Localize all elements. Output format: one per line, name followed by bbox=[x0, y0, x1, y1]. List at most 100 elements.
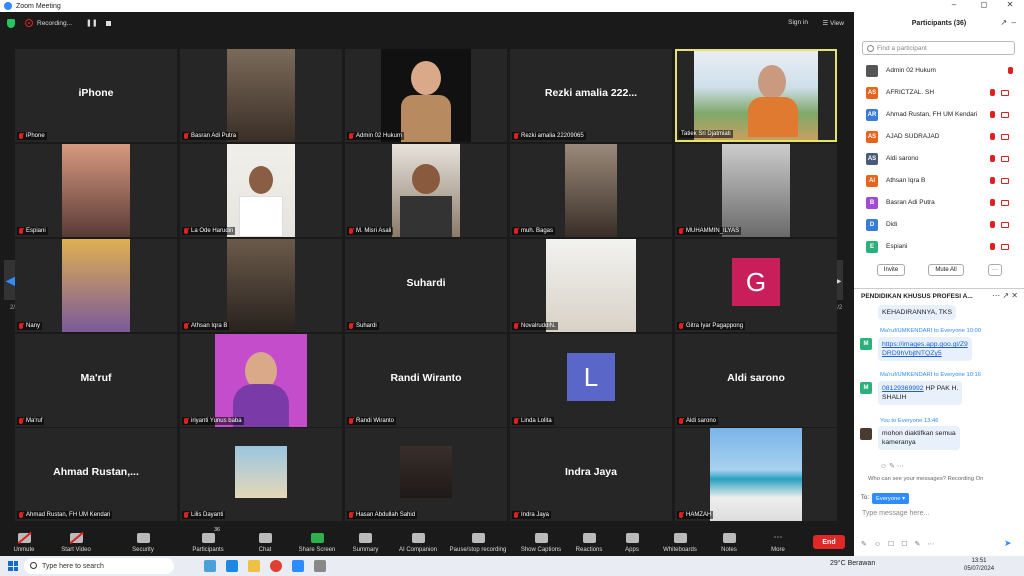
apps-button[interactable]: Apps bbox=[609, 526, 655, 556]
video-tile[interactable]: iPhone iPhone bbox=[15, 49, 177, 142]
participant-row[interactable]: Admin 02 Hukum bbox=[854, 60, 1019, 81]
video-tile[interactable]: Suhardi Suhardi bbox=[345, 239, 507, 332]
participant-row[interactable]: D Didi bbox=[854, 214, 1019, 235]
participant-row[interactable]: AS Aldi sarono bbox=[854, 148, 1019, 169]
sparkle-icon bbox=[411, 533, 425, 543]
video-tile[interactable]: Hasan Abdullah Sahid bbox=[345, 428, 507, 521]
panel-close-icon[interactable]: – bbox=[1012, 18, 1016, 27]
participant-avatar bbox=[866, 64, 878, 77]
chat-message-input[interactable]: Type message here... bbox=[862, 510, 929, 517]
ai-companion-button[interactable]: AI Companion bbox=[393, 526, 443, 556]
zoom-taskbar-icon[interactable] bbox=[292, 560, 304, 572]
sign-in-link[interactable]: Sign in bbox=[788, 19, 808, 26]
chat-popout-icon[interactable]: ↗ bbox=[1002, 291, 1009, 300]
tile-name: Randi Wiranto bbox=[356, 418, 395, 424]
file-explorer-icon[interactable] bbox=[248, 560, 260, 572]
video-tile[interactable]: iriyanti Yunus baba bbox=[180, 334, 342, 427]
maximize-icon[interactable]: ◻ bbox=[974, 0, 994, 9]
video-tile[interactable]: L Linda Lolita bbox=[510, 334, 672, 427]
participants-more-button[interactable]: ··· bbox=[988, 264, 1002, 276]
participant-row[interactable]: AR Ahmad Rustan, FH UM Kendari bbox=[854, 104, 1019, 125]
whiteboards-button[interactable]: Whiteboards bbox=[655, 526, 705, 556]
start-video-button[interactable]: Start Video bbox=[48, 526, 104, 556]
video-off-icon bbox=[1001, 177, 1009, 184]
view-button[interactable]: ☰ View bbox=[822, 19, 844, 27]
chat-options-icon[interactable]: ⋯ bbox=[992, 291, 1000, 300]
weather-widget[interactable]: 29°C Berawan bbox=[830, 560, 875, 567]
send-icon[interactable]: ➤ bbox=[1004, 538, 1012, 549]
message-reaction-icons[interactable]: ☺ ✎ ⋯ bbox=[880, 462, 904, 470]
participant-row[interactable]: E Espiani bbox=[854, 236, 1019, 257]
chat-avatar: M bbox=[860, 382, 872, 394]
notes-button[interactable]: Notes bbox=[705, 526, 753, 556]
video-tile[interactable]: HAMZAH bbox=[675, 428, 837, 521]
video-tile[interactable]: Basran Adi Putra bbox=[180, 49, 342, 142]
mic-muted-icon bbox=[184, 323, 188, 329]
tile-name-label: iriyanti Yunus baba bbox=[182, 417, 244, 425]
summary-button[interactable]: Summary bbox=[338, 526, 393, 556]
chat-close-icon[interactable]: ✕ bbox=[1011, 291, 1018, 300]
chat-link[interactable]: https://images.app.goo.gl/Z9 DRD9hVbjtNTQ… bbox=[882, 341, 968, 357]
video-tile[interactable]: G Gitra Iyar Pagappong bbox=[675, 239, 837, 332]
video-tile[interactable]: Lilis Dayanti bbox=[180, 428, 342, 521]
tile-name: Lilis Dayanti bbox=[191, 512, 224, 518]
pause-stop-icon bbox=[471, 533, 485, 543]
chat-toolbar-icons[interactable]: ✎☺☐☐✎⋯ bbox=[861, 540, 941, 548]
video-tile[interactable]: Randi Wiranto Randi Wiranto bbox=[345, 334, 507, 427]
participant-row[interactable]: B Basran Adi Putra bbox=[854, 192, 1019, 213]
video-tile[interactable]: La Ode Harudin bbox=[180, 144, 342, 237]
chrome-icon[interactable] bbox=[270, 560, 282, 572]
tile-name-label: Nany bbox=[17, 322, 43, 330]
unmute-button[interactable]: Unmute bbox=[0, 526, 48, 556]
security-button[interactable]: Security bbox=[104, 526, 182, 556]
windows-start-icon[interactable] bbox=[8, 561, 18, 571]
pause-recording-icon[interactable]: ❚❚ bbox=[86, 19, 98, 27]
invite-button[interactable]: Invite bbox=[877, 264, 905, 276]
system-clock[interactable]: 13:51 05/07/2024 bbox=[964, 557, 994, 573]
apps-icon bbox=[625, 533, 639, 543]
show-captions-button[interactable]: Show Captions bbox=[513, 526, 569, 556]
video-tile[interactable]: M. Misri Asali bbox=[345, 144, 507, 237]
popout-icon[interactable]: ↗ bbox=[1000, 18, 1007, 27]
mute-all-button[interactable]: Mute All bbox=[928, 264, 964, 276]
tile-display-name: iPhone bbox=[78, 87, 114, 99]
participant-row[interactable]: AS AFRICTZAL. SH bbox=[854, 82, 1019, 103]
tile-name: NovalruddiN. bbox=[521, 323, 556, 329]
video-tile[interactable]: Aldi sarono Aldi sarono bbox=[675, 334, 837, 427]
video-tile[interactable]: Ahmad Rustan,... Ahmad Rustan, FH UM Ken… bbox=[15, 428, 177, 521]
edge-icon[interactable] bbox=[226, 560, 238, 572]
chat-button[interactable]: Chat bbox=[234, 526, 296, 556]
share-screen-button[interactable]: Share Screen bbox=[296, 526, 338, 556]
close-icon[interactable]: ✕ bbox=[1000, 0, 1020, 9]
video-tile[interactable]: Espiani bbox=[15, 144, 177, 237]
video-tile[interactable]: Athsan Iqra B bbox=[180, 239, 342, 332]
video-tile[interactable]: Ma'ruf Ma'ruf bbox=[15, 334, 177, 427]
recipient-dropdown[interactable]: Everyone ▾ bbox=[872, 493, 910, 504]
security-shield-icon[interactable] bbox=[7, 18, 15, 28]
participant-row[interactable]: AI Athsan Iqra B bbox=[854, 170, 1019, 191]
taskbar-search-input[interactable]: Type here to search bbox=[24, 558, 174, 574]
mic-muted-icon bbox=[679, 228, 683, 234]
video-tile[interactable]: MUHAMMIN_ILYAS bbox=[675, 144, 837, 237]
active-speaker-tile[interactable]: Tatiek Sri Djatmiati bbox=[675, 49, 837, 142]
chat-phone-link[interactable]: 08129369992 bbox=[882, 385, 924, 392]
chat-message-header: Ma'ruf/UMKENDARI to Everyone 10:00 bbox=[880, 328, 981, 334]
video-tile[interactable]: Indra Jaya Indra Jaya bbox=[510, 428, 672, 521]
reactions-button[interactable]: Reactions bbox=[569, 526, 609, 556]
stop-recording-icon[interactable] bbox=[105, 20, 111, 26]
minimize-icon[interactable]: – bbox=[944, 0, 964, 9]
video-tile[interactable]: Nany bbox=[15, 239, 177, 332]
end-meeting-button[interactable]: End bbox=[813, 535, 845, 549]
video-tile[interactable]: NovalruddiN. bbox=[510, 239, 672, 332]
participants-button[interactable]: 36 Participants bbox=[182, 526, 234, 556]
task-view-icon[interactable] bbox=[204, 560, 216, 572]
app-icon[interactable] bbox=[314, 560, 326, 572]
more-button[interactable]: ⋯ More bbox=[753, 526, 803, 556]
pause-stop-recording-button[interactable]: Pause/stop recording bbox=[443, 526, 513, 556]
video-tile[interactable]: Admin 02 Hukum bbox=[345, 49, 507, 142]
participant-row[interactable]: AS AJAD SUDRAJAD bbox=[854, 126, 1019, 147]
video-tile[interactable]: Rezki amalia 222... Rezki amalia 2220906… bbox=[510, 49, 672, 142]
video-tile[interactable]: muh. Bagas bbox=[510, 144, 672, 237]
who-can-see-notice[interactable]: Who can see your messages? Recording On bbox=[868, 476, 983, 482]
participant-search-input[interactable]: Find a participant bbox=[862, 41, 1015, 55]
